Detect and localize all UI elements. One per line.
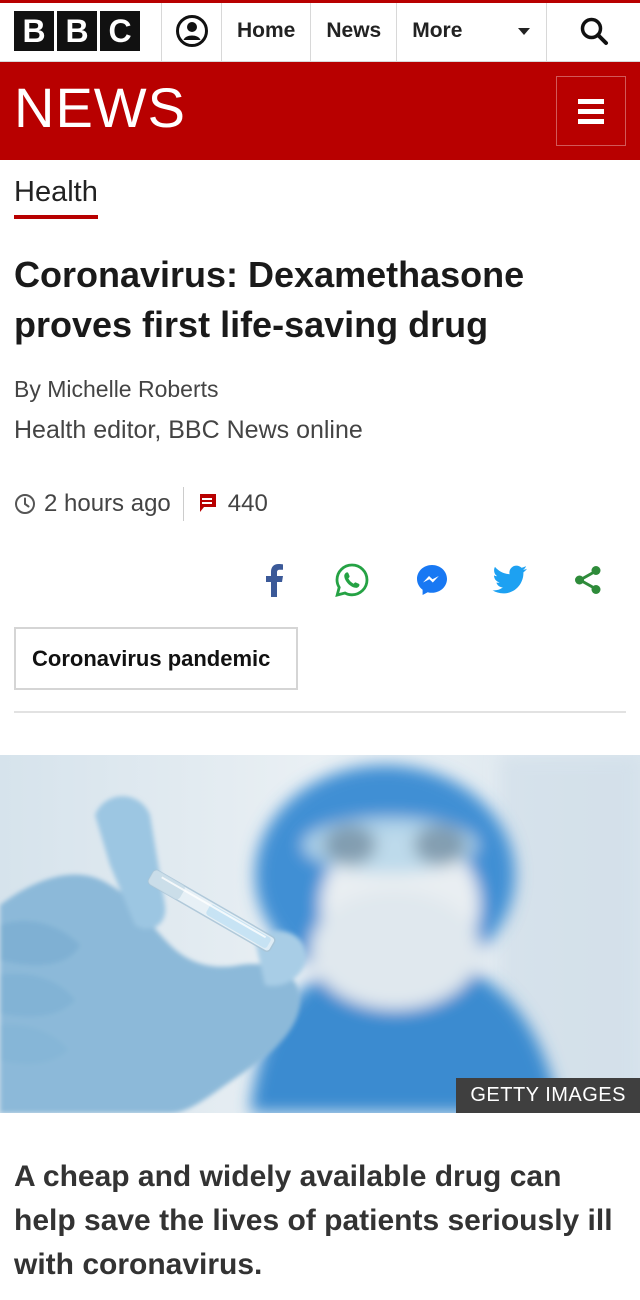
- section-divider: [14, 711, 626, 713]
- image-credit: GETTY IMAGES: [456, 1078, 640, 1113]
- share-tools: [0, 560, 640, 600]
- share-facebook-button[interactable]: [254, 560, 294, 600]
- nav-home[interactable]: Home: [222, 0, 312, 61]
- clock-icon: [15, 494, 35, 514]
- article-headline: Coronavirus: Dexamethasone proves first …: [14, 250, 624, 350]
- section-link[interactable]: Health: [14, 176, 98, 219]
- whatsapp-icon: [335, 563, 369, 597]
- author-name: By Michelle Roberts: [14, 376, 219, 402]
- news-logo[interactable]: NEWS: [14, 80, 186, 136]
- facebook-icon: [266, 564, 283, 597]
- account-icon: [175, 14, 208, 47]
- author-role: Health editor, BBC News online: [14, 416, 363, 444]
- headline-line-2: proves first life-saving drug: [14, 304, 489, 345]
- account-button[interactable]: [162, 0, 222, 61]
- news-masthead: NEWS: [0, 62, 640, 160]
- bbc-logo-letter-b2: B: [57, 10, 97, 51]
- bbc-logo[interactable]: B B C: [0, 0, 162, 61]
- hamburger-menu-icon: [578, 98, 604, 104]
- twitter-icon: [492, 565, 527, 594]
- share-icon: [575, 566, 601, 594]
- nav-more[interactable]: More: [397, 0, 548, 61]
- comments-link[interactable]: 440: [196, 490, 268, 518]
- share-messenger-button[interactable]: [412, 560, 452, 600]
- headline-line-1: Coronavirus: Dexamethasone: [14, 254, 525, 295]
- share-whatsapp-button[interactable]: [332, 560, 372, 600]
- messenger-icon: [417, 565, 447, 595]
- meta-divider: [182, 487, 184, 521]
- article-meta: 2 hours ago 440: [14, 486, 268, 522]
- timestamp: 2 hours ago: [44, 490, 171, 517]
- search-button[interactable]: [547, 0, 640, 61]
- bbc-logo-letter-c: C: [100, 10, 140, 51]
- top-accent-line: [0, 0, 640, 3]
- topic-tag-button[interactable]: Coronavirus pandemic: [14, 627, 298, 690]
- bbc-top-bar: B B C Home News More: [0, 0, 640, 62]
- nav-news[interactable]: News: [311, 0, 398, 61]
- search-icon: [580, 17, 608, 45]
- nav-more-label: More: [412, 18, 463, 42]
- caret-down-icon: [518, 27, 531, 35]
- bbc-logo-letter-b1: B: [14, 10, 54, 51]
- share-twitter-button[interactable]: [490, 560, 530, 600]
- comment-icon: [197, 494, 216, 512]
- article-lede: A cheap and widely available drug can he…: [14, 1160, 613, 1281]
- share-more-button[interactable]: [568, 560, 608, 600]
- comments-count: 440: [227, 490, 268, 517]
- menu-button[interactable]: [556, 76, 626, 146]
- article-hero-image[interactable]: GETTY IMAGES: [0, 755, 640, 1113]
- lab-worker-holding-vial-image: [0, 755, 640, 1113]
